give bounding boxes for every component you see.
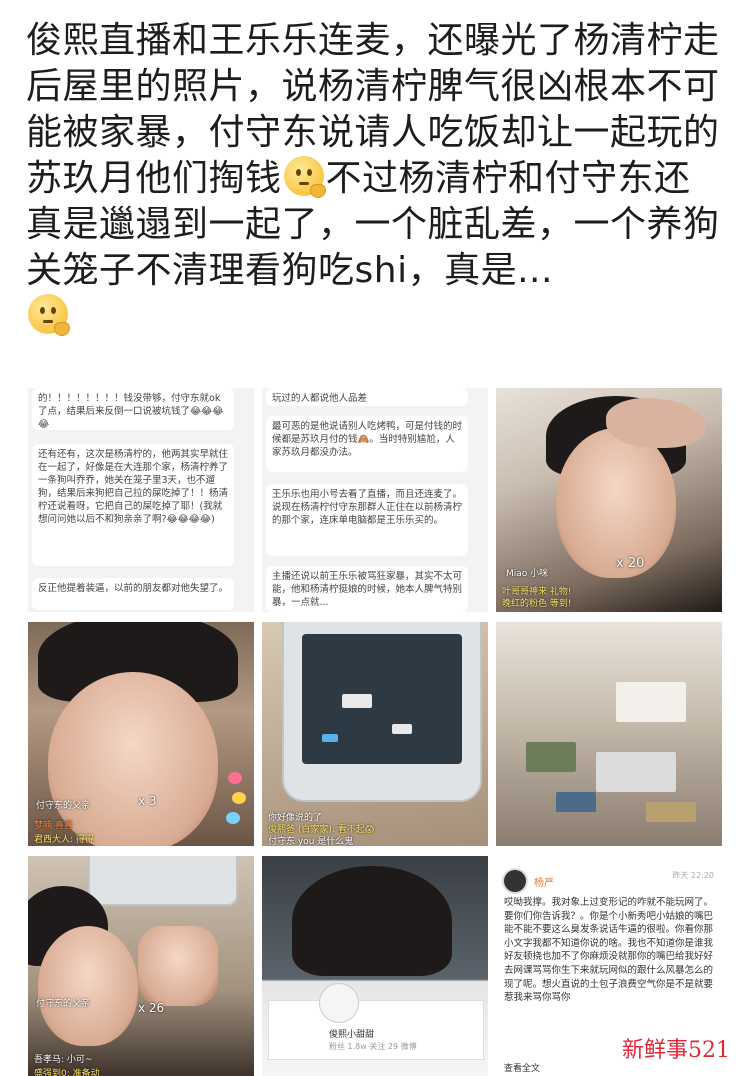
heart-icon (228, 772, 242, 784)
livestream-photo-1[interactable]: Miao 小咪 x 20 叶哥哥神来 礼物! 晚红的粉色 等到! (496, 388, 722, 612)
live-comment: 晚红的粉色 等到! (502, 599, 572, 609)
watermark: 新鲜事521 (616, 1030, 736, 1066)
live-tag: 付守东的父亲 (36, 999, 91, 1009)
face (38, 926, 138, 1046)
comment-time: 昨天 22:20 (672, 871, 714, 880)
live-comment: 梦喃 喜喜 (34, 821, 73, 831)
face (48, 672, 218, 846)
livestream-photo-2[interactable]: 付守东的父亲 x 3 梦喃 喜喜 君西大人: 得得 (28, 622, 254, 846)
hand (138, 926, 218, 1006)
chat-bubble: 最可恶的是他说请别人吃烤鸭，可是付钱的时候都是苏玖月付的钱🙈。当时特别尴尬，人家… (266, 416, 468, 472)
live-tag: 付守东的父亲 (36, 801, 91, 811)
live-comment: 盛强到0: 准备动 (34, 1069, 100, 1076)
chat-bubble: 还有还有，这次是杨清柠的，他两其实早就住在一起了，好像是在大连那个家，杨清柠养了… (32, 444, 234, 566)
gift-count: x 20 (616, 556, 645, 571)
profile-photo[interactable]: 俊熙小甜甜 粉丝 1.8w 关注 29 微博 (262, 856, 488, 1076)
live-comment: 君西大人: 得得 (34, 835, 94, 845)
avatar (502, 868, 528, 894)
chat-bubble: 的！！！！！！！！钱没带够，付守东就ok了点，结果后来反倒一口说被坑钱了😂😂😂😂 (32, 388, 234, 430)
live-tag: Miao 小咪 (506, 569, 549, 579)
read-more-link[interactable]: 查看全文 (504, 1061, 540, 1074)
heart-icon (232, 792, 246, 804)
phone (282, 622, 482, 802)
thinking-face-icon (28, 294, 70, 336)
chat-bubble: 反正他提着装逼，以前的朋友都对他失望了。 (32, 578, 234, 610)
comment-body: 哎呦我撑。我对象上过变形记的咋就不能玩网了。要你们你告诉我？。你是个小新秀吧小姑… (504, 897, 714, 1004)
heart-icon (226, 812, 240, 824)
thinking-face-icon (283, 156, 326, 198)
livestream-photo-3[interactable]: 付守东的父亲 x 26 吾孝马: 小可~ 盛强到0: 准备动 (28, 856, 254, 1076)
phone-photo[interactable]: 你好像说的了 俊熙爸 (白家家): 看不起😱 付守东 you 是什么鬼 (262, 622, 488, 846)
live-comment: 付守东 you 是什么鬼 (268, 837, 354, 846)
post-text: 俊熙直播和王乐乐连麦，还曝光了杨清柠走后屋里的照片，说杨清柠脾气很凶根本不可能被… (26, 18, 726, 340)
gift-count: x 26 (138, 1001, 165, 1015)
chat-bubble: 主播还说以前王乐乐被骂狂家暴，其实不太可能，他和杨清柠挺娘的时候，她本人脾气特别… (266, 566, 468, 612)
profile-meta: 粉丝 1.8w 关注 29 微博 (329, 1042, 417, 1051)
profile-card[interactable]: 俊熙小甜甜 粉丝 1.8w 关注 29 微博 (268, 983, 484, 1060)
image-grid: 的！！！！！！！！钱没带够，付守东就ok了点，结果后来反倒一口说被坑钱了😂😂😂😂… (28, 388, 722, 1076)
chat-screenshot-2[interactable]: 玩过的人都说他人品差 最可恶的是他说请别人吃烤鸭，可是付钱的时候都是苏玖月付的钱… (262, 388, 488, 612)
live-comment: 吾孝马: 小可~ (34, 1055, 93, 1065)
chat-screenshot-1[interactable]: 的！！！！！！！！钱没带够，付守东就ok了点，结果后来反倒一口说被坑钱了😂😂😂😂… (28, 388, 254, 612)
chat-bubble: 王乐乐也用小号去看了直播，而且还连麦了。说现在杨清柠付守东那群人正住在以前杨清柠… (266, 484, 468, 556)
gift-count: x 3 (138, 794, 157, 808)
avatar (319, 983, 359, 1023)
messy-room-photo[interactable] (496, 622, 722, 846)
comment-username: 杨严 (534, 877, 554, 889)
chat-bubble: 玩过的人都说他人品差 (266, 388, 468, 406)
profile-name: 俊熙小甜甜 (329, 1030, 375, 1040)
